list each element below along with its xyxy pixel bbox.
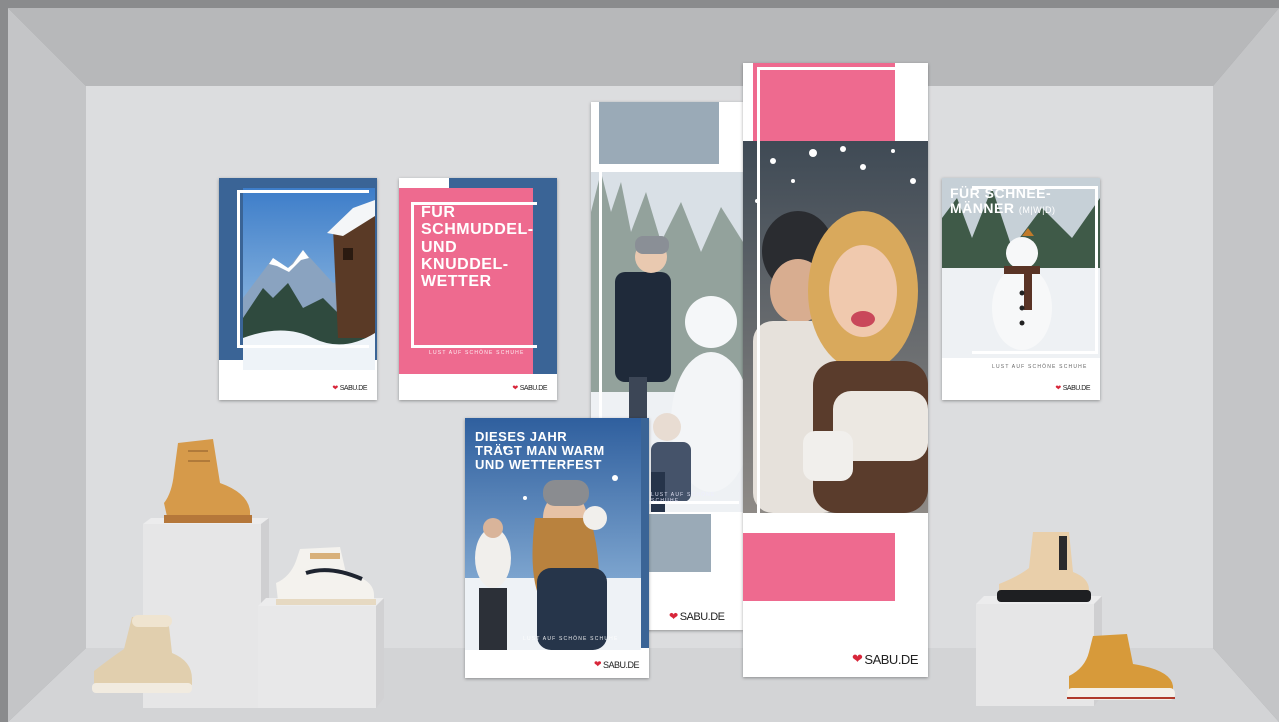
sabu-logo: ❤ SABU.DE (852, 651, 918, 667)
headline-line: FÜR (421, 204, 456, 221)
logo-text: SABU.DE (679, 610, 725, 623)
poster-headline: FÜR SCHMUDDEL- UND KNUDDEL- WETTER (421, 204, 534, 290)
sabu-logo: ❤ SABU.DE (332, 384, 368, 393)
logo-text: SABU.DE (339, 384, 368, 392)
beige-chelsea-boot (997, 532, 1091, 602)
logo-text: SABU.DE (602, 659, 640, 670)
headline-line: DIESES JAHR (475, 429, 568, 444)
headline-line: UND WETTERFEST (475, 457, 602, 473)
logo-text: SABU.DE (864, 651, 918, 667)
sabu-logo: ❤ SABU.DE (1055, 384, 1091, 393)
shop-window-scene: ❤ SABU.DE FÜR SCHMUDDEL- UND KNUDDEL- WET… (0, 0, 1279, 722)
poster-tagline: LUST AUF SCHÖNE SCHUHE (523, 636, 619, 642)
headline-suffix: (m|w|d) (1018, 205, 1056, 216)
poster-mountain: ❤ SABU.DE (219, 178, 377, 400)
poster-tagline: LUST AUF SCHÖNE SCHUHE (992, 364, 1088, 370)
window-room: ❤ SABU.DE FÜR SCHMUDDEL- UND KNUDDEL- WET… (8, 8, 1279, 722)
poster-schneemaenner: FÜR SCHNEE- MÄNNER (m|w|d) LUST AUF SCHÖ… (942, 178, 1100, 400)
sabu-logo: ❤ SABU.DE (512, 384, 548, 393)
sabu-logo: ❤ SABU.DE (669, 610, 725, 624)
pedestal-left-short (258, 598, 384, 708)
white-frame (757, 67, 925, 517)
headline-line: FÜR SCHNEE- (950, 185, 1052, 201)
headline-line: MÄNNER (950, 200, 1015, 217)
poster-headline: DIESES JAHR TRÄGT MAN WARM UND WETTERFES… (475, 429, 605, 473)
headline-line: KNUDDEL- (421, 255, 509, 273)
headline-line: WETTER (421, 273, 492, 291)
white-frame (237, 190, 369, 348)
poster-headline: FÜR SCHNEE- MÄNNER (m|w|d) (950, 185, 1056, 217)
white-high-top-sneaker (276, 547, 376, 605)
headline-line: UND (421, 238, 458, 256)
poster-greyblue-block (599, 102, 719, 164)
poster-pink-block (743, 533, 895, 601)
logo-text: SABU.DE (519, 384, 548, 392)
poster-schmuddel: FÜR SCHMUDDEL- UND KNUDDEL- WETTER LUST … (399, 178, 557, 400)
headline-line: TRÄGT MAN WARM (475, 443, 605, 459)
poster-couple: LUST AUF SCHÖNE SCHUHE ❤ SABU.DE (743, 63, 928, 677)
beige-fur-boot (92, 615, 192, 693)
poster-tagline: LUST AUF SCHÖNE SCHUHE (651, 492, 716, 504)
poster-warm-wetterfest: DIESES JAHR TRÄGT MAN WARM UND WETTERFES… (465, 418, 649, 678)
headline-line: SCHMUDDEL- (421, 221, 534, 239)
tan-lace-up-boot (164, 439, 252, 523)
poster-tagline: LUST AUF SCHÖNE SCHUHE (783, 521, 879, 527)
poster-tagline: LUST AUF SCHÖNE SCHUHE (429, 350, 525, 356)
logo-text: SABU.DE (1062, 384, 1091, 392)
tan-sneaker-boot (1067, 634, 1175, 700)
sabu-logo: ❤ SABU.DE (593, 659, 640, 670)
